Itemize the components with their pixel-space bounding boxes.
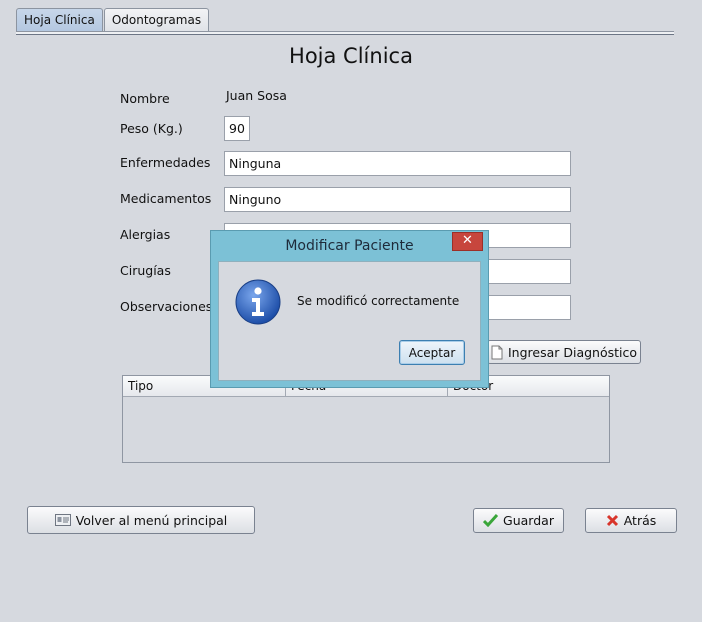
cirugias-label: Cirugías xyxy=(120,263,171,278)
page-title: Hoja Clínica xyxy=(289,44,413,68)
enfermedades-label: Enfermedades xyxy=(120,155,211,170)
medicamentos-label: Medicamentos xyxy=(120,191,212,206)
document-icon xyxy=(491,345,503,360)
tab-odontogramas[interactable]: Odontogramas xyxy=(103,8,210,32)
nombre-value: Juan Sosa xyxy=(226,88,287,103)
info-icon xyxy=(234,278,282,329)
atras-label: Atrás xyxy=(623,513,657,528)
ingresar-diagnostico-button[interactable]: Ingresar Diagnóstico xyxy=(487,340,641,364)
tab-bar: Hoja Clínica Odontogramas xyxy=(16,8,210,32)
enfermedades-field[interactable]: Ninguna xyxy=(224,151,571,176)
dialog-body: Se modificó correctamente Aceptar xyxy=(218,261,481,381)
volver-menu-button[interactable]: Volver al menú principal xyxy=(27,506,255,534)
check-icon xyxy=(483,514,499,527)
volver-menu-label: Volver al menú principal xyxy=(75,512,228,528)
atras-button[interactable]: Atrás xyxy=(585,508,677,533)
observaciones-label: Observaciones xyxy=(120,299,213,314)
peso-field[interactable]: 90 xyxy=(224,116,250,141)
guardar-label: Guardar xyxy=(503,513,554,528)
dialog-close-button[interactable]: ✕ xyxy=(452,232,483,251)
peso-label: Peso (Kg.) xyxy=(120,121,183,136)
dialog-message: Se modificó correctamente xyxy=(297,294,460,308)
guardar-button[interactable]: Guardar xyxy=(473,508,564,533)
modificar-paciente-dialog: Modificar Paciente ✕ Se modificó correct… xyxy=(210,230,489,388)
dialog-title: Modificar Paciente xyxy=(285,238,414,254)
nombre-label: Nombre xyxy=(120,91,170,106)
medicamentos-field[interactable]: Ninguno xyxy=(224,187,571,212)
cancel-icon xyxy=(606,514,619,527)
alergias-label: Alergias xyxy=(120,227,171,242)
tab-divider xyxy=(16,31,674,35)
diagnosticos-table: Tipo Fecha Doctor xyxy=(122,375,610,463)
aceptar-button[interactable]: Aceptar xyxy=(399,340,465,365)
tab-hoja-clinica[interactable]: Hoja Clínica xyxy=(16,8,103,32)
id-card-icon xyxy=(54,514,71,526)
ingresar-diagnostico-label: Ingresar Diagnóstico xyxy=(507,344,638,360)
